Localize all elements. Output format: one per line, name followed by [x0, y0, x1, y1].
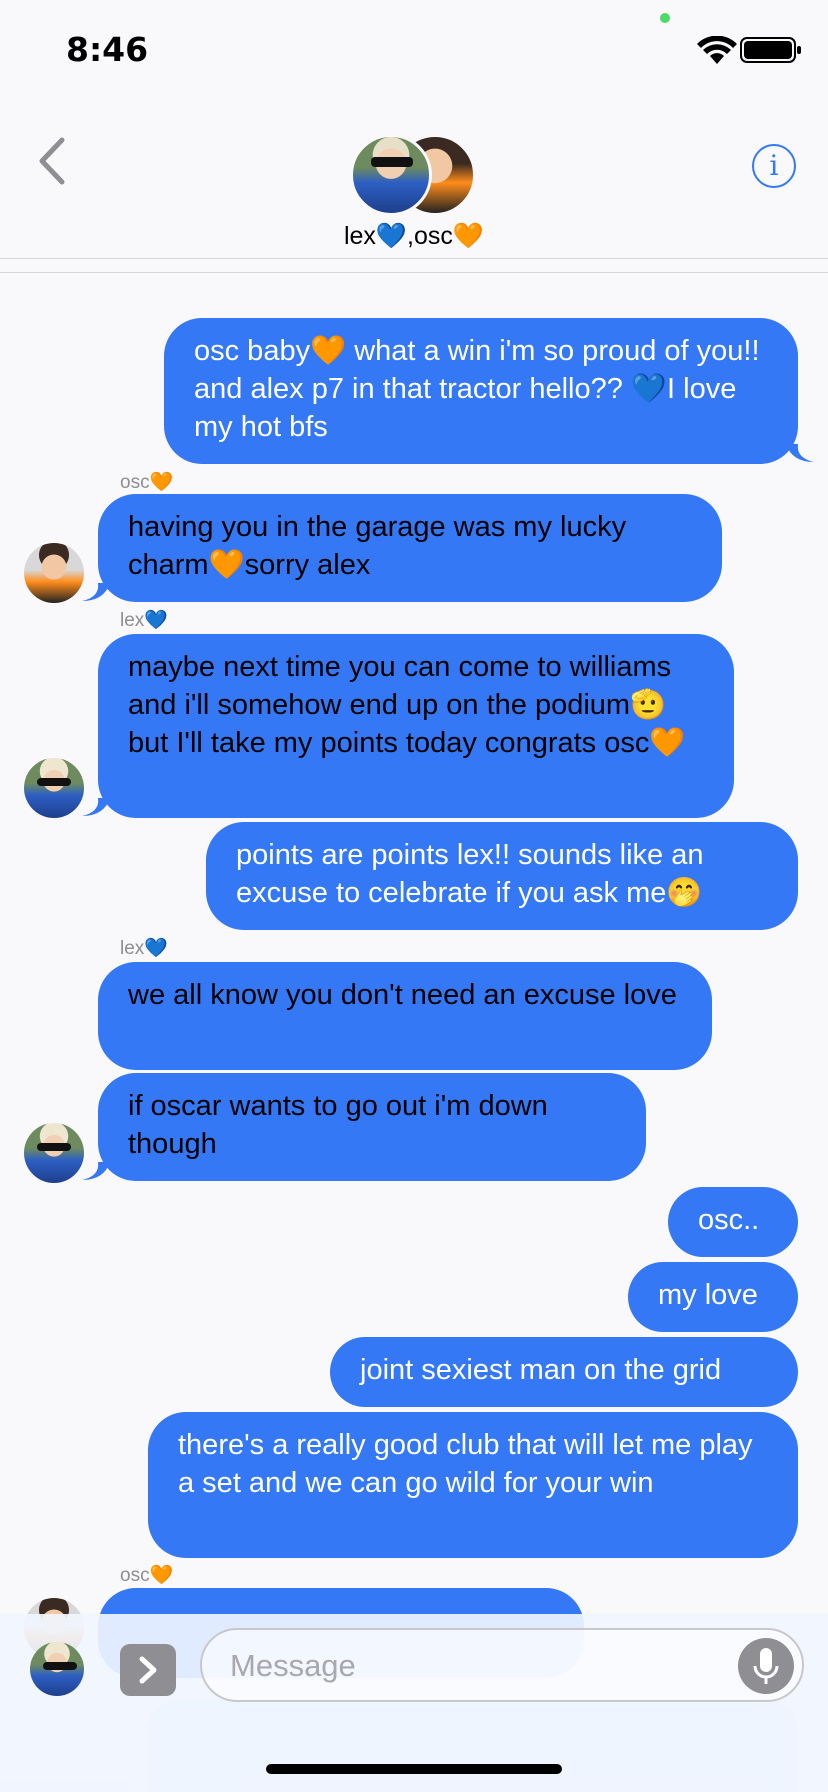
message-bubble[interactable]: joint sexiest man on the grid	[330, 1337, 798, 1407]
osc-avatar[interactable]	[24, 543, 84, 603]
message-bubble[interactable]: points are points lex!! sounds like an e…	[206, 822, 798, 930]
memoji-avatar[interactable]	[30, 1642, 84, 1696]
wifi-icon	[697, 36, 737, 64]
message-text: my love	[658, 1279, 758, 1311]
message-text: if oscar wants to go out i'm down though	[128, 1090, 548, 1160]
sender-name: lex💙	[120, 610, 168, 631]
info-icon[interactable]: i	[752, 144, 796, 188]
group-name[interactable]: lex💙,osc🧡	[0, 222, 828, 251]
sender-name: lex💙	[120, 938, 168, 959]
message-text: we all know you don't need an excuse lov…	[128, 979, 677, 1011]
message-bubble[interactable]: my love	[628, 1262, 798, 1332]
message-input[interactable]: Message	[200, 1628, 804, 1702]
lex-avatar[interactable]	[350, 134, 432, 216]
camera-indicator-icon	[660, 13, 670, 23]
message-text: maybe next time you can come to williams…	[128, 651, 686, 759]
lex-avatar[interactable]	[24, 758, 84, 818]
bubble-tail	[82, 1162, 110, 1180]
message-text: osc..	[698, 1204, 760, 1236]
message-bubble[interactable]: there's a really good club that will let…	[148, 1412, 798, 1558]
message-bubble[interactable]: having you in the garage was my lucky ch…	[98, 494, 722, 602]
group-avatars[interactable]	[350, 134, 480, 216]
apps-button[interactable]	[120, 1644, 176, 1696]
bubble-tail	[82, 583, 110, 601]
status-time: 8:46	[66, 30, 149, 69]
divider	[0, 272, 828, 273]
status-bar: 8:46	[0, 0, 828, 100]
message-text: there's a really good club that will let…	[178, 1429, 753, 1499]
message-text: joint sexiest man on the grid	[360, 1354, 722, 1386]
microphone-icon	[753, 1648, 779, 1684]
bubble-tail	[82, 798, 110, 816]
message-text: osc baby🧡 what a win i'm so proud of you…	[194, 335, 760, 443]
home-indicator[interactable]	[266, 1764, 562, 1774]
message-bubble[interactable]: we all know you don't need an excuse lov…	[98, 962, 712, 1070]
sender-name: osc🧡	[120, 472, 174, 493]
conversation-header: lex💙,osc🧡 i	[0, 100, 828, 273]
message-text: having you in the garage was my lucky ch…	[128, 511, 627, 581]
microphone-button[interactable]	[738, 1638, 794, 1694]
sender-name: osc🧡	[120, 1565, 174, 1586]
message-bubble[interactable]: maybe next time you can come to williams…	[98, 634, 734, 818]
battery-icon	[740, 37, 801, 63]
message-bubble[interactable]: osc..	[668, 1187, 798, 1257]
back-chevron-icon[interactable]	[34, 136, 70, 186]
lex-avatar[interactable]	[24, 1123, 84, 1183]
messages-screen: 8:46 lex💙,osc🧡 i osc baby🧡 what a win i'…	[0, 0, 828, 1792]
bubble-tail	[786, 444, 814, 462]
message-bubble[interactable]: osc baby🧡 what a win i'm so proud of you…	[164, 318, 798, 464]
chevron-right-icon	[139, 1656, 157, 1684]
divider	[0, 258, 828, 259]
message-bubble[interactable]: if oscar wants to go out i'm down though	[98, 1073, 646, 1181]
message-placeholder: Message	[230, 1648, 356, 1683]
message-text: points are points lex!! sounds like an e…	[236, 839, 704, 909]
